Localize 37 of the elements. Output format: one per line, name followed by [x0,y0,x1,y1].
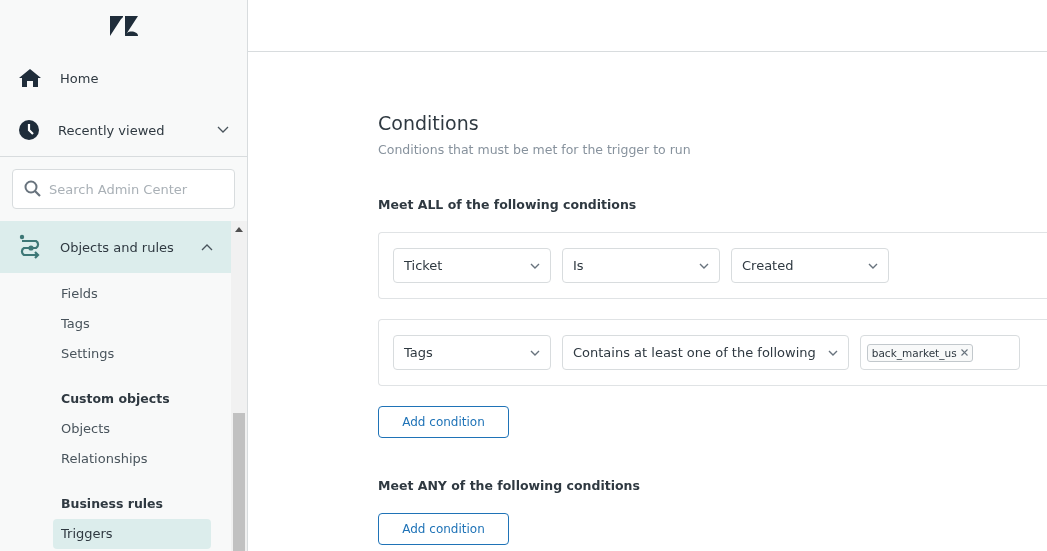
menu-item[interactable]: Objects [53,414,211,444]
logo-icon[interactable] [109,16,138,36]
chevron-icon [530,349,540,356]
category-item[interactable]: Objects and rules [0,221,231,273]
scrollbar[interactable] [231,221,247,551]
home-icon [19,68,41,88]
group-heading: Meet ANY of the following conditions [378,478,641,493]
menu-item[interactable]: Triggers [53,519,211,549]
add-condition-button[interactable]: Add condition [378,513,509,545]
nav-item[interactable]: Home [0,52,247,104]
chevron-icon [827,349,838,356]
menu-heading: Business rules [60,495,165,513]
section-subtitle: Conditions that must be met for the trigger to run [378,142,692,157]
dropdown[interactable]: Ticket [393,248,551,283]
menu-heading: Custom objects [60,390,171,408]
dropdown[interactable]: Tags [393,335,551,370]
tag: back_market_us [866,343,973,362]
menu-item[interactable]: Relationships [53,444,211,474]
clock-icon [19,120,39,140]
search-field[interactable]: Search Admin Center [12,169,235,209]
close-icon[interactable] [960,349,968,356]
group-heading: Meet ALL of the following conditions [378,197,638,212]
chevron-icon [868,262,878,269]
menu-item[interactable]: Tags [53,309,211,339]
menu-item[interactable]: Fields [53,279,211,309]
dropdown[interactable]: Contains at least one of the following [562,335,849,370]
tags-field[interactable]: back_market_us [859,335,1020,370]
menu-item[interactable]: Settings [53,339,211,369]
scroll-up-icon[interactable] [235,227,243,232]
dropdown[interactable]: Is [562,248,720,283]
add-condition-button[interactable]: Add condition [378,406,509,438]
arrows-icon [18,234,42,260]
chevron-icon [530,262,540,269]
section-title: Conditions [378,111,480,136]
nav-item[interactable]: Recently viewed [0,104,247,156]
dropdown[interactable]: Created [731,248,889,283]
chevron-icon [699,262,709,269]
